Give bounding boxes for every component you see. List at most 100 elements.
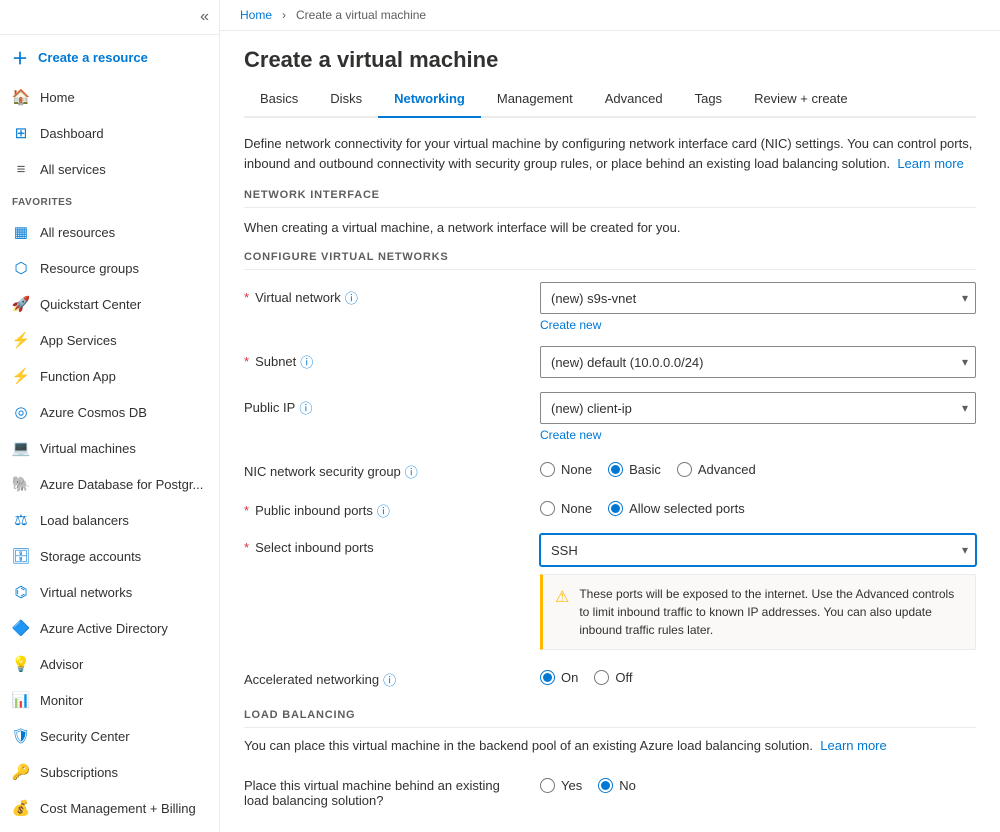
public-ip-info-icon[interactable]: ⓘ bbox=[299, 398, 312, 417]
inbound-none-option[interactable]: None bbox=[540, 501, 592, 516]
lb-no-radio[interactable] bbox=[598, 778, 613, 793]
create-resource-item[interactable]: ＋ Create a resource bbox=[0, 35, 219, 79]
public-ip-create-new[interactable]: Create new bbox=[540, 428, 976, 442]
accel-off-option[interactable]: Off bbox=[594, 670, 632, 685]
sidebar-label-azure-db-postgres: Azure Database for Postgr... bbox=[40, 477, 203, 492]
tab-management[interactable]: Management bbox=[481, 81, 589, 118]
sidebar-label-dashboard: Dashboard bbox=[40, 126, 104, 141]
sidebar-label-virtual-machines: Virtual machines bbox=[40, 441, 136, 456]
tab-basics[interactable]: Basics bbox=[244, 81, 314, 118]
sidebar-item-function-app[interactable]: ⚡ Function App bbox=[0, 358, 219, 394]
inbound-ports-select-wrapper: SSH ▾ bbox=[540, 534, 976, 566]
virtual-network-select-wrapper: (new) s9s-vnet ▾ bbox=[540, 282, 976, 314]
inbound-none-radio[interactable] bbox=[540, 501, 555, 516]
breadcrumb-home[interactable]: Home bbox=[240, 8, 272, 22]
sidebar-item-home[interactable]: 🏠 Home bbox=[0, 79, 219, 115]
nic-nsg-radio-group: None Basic Advanced bbox=[540, 456, 976, 477]
sidebar-label-virtual-networks: Virtual networks bbox=[40, 585, 132, 600]
sidebar-item-virtual-networks[interactable]: ⌬ Virtual networks bbox=[0, 574, 219, 610]
all-resources-icon: ▦ bbox=[12, 223, 30, 241]
inbound-allow-radio[interactable] bbox=[608, 501, 623, 516]
subnet-select-wrapper: (new) default (10.0.0.0/24) ▾ bbox=[540, 346, 976, 378]
nic-nsg-basic-radio[interactable] bbox=[608, 462, 623, 477]
sidebar-label-function-app: Function App bbox=[40, 369, 116, 384]
page-header: Create a virtual machine BasicsDisksNetw… bbox=[220, 31, 1000, 118]
sidebar-item-monitor[interactable]: 📊 Monitor bbox=[0, 682, 219, 718]
tab-review-create[interactable]: Review + create bbox=[738, 81, 864, 118]
sidebar-item-storage-accounts[interactable]: 🗄 Storage accounts bbox=[0, 538, 219, 574]
nic-nsg-none-radio[interactable] bbox=[540, 462, 555, 477]
public-ip-control: (new) client-ip ▾ Create new bbox=[540, 392, 976, 442]
virtual-network-info-icon[interactable]: ⓘ bbox=[345, 288, 358, 307]
tab-advanced[interactable]: Advanced bbox=[589, 81, 679, 118]
nic-nsg-none-option[interactable]: None bbox=[540, 462, 592, 477]
sidebar-item-load-balancers[interactable]: ⚖ Load balancers bbox=[0, 502, 219, 538]
nic-nsg-row: NIC network security group ⓘ None Basic … bbox=[244, 456, 976, 481]
plus-icon: ＋ bbox=[12, 45, 28, 69]
sidebar-label-load-balancers: Load balancers bbox=[40, 513, 129, 528]
sidebar-item-cost-management[interactable]: 💰 Cost Management + Billing bbox=[0, 790, 219, 826]
accel-off-radio[interactable] bbox=[594, 670, 609, 685]
subnet-select[interactable]: (new) default (10.0.0.0/24) bbox=[540, 346, 976, 378]
sidebar-label-resource-groups: Resource groups bbox=[40, 261, 139, 276]
sidebar-item-subscriptions[interactable]: 🔑 Subscriptions bbox=[0, 754, 219, 790]
subnet-info-icon[interactable]: ⓘ bbox=[300, 352, 313, 371]
virtual-network-label: * Virtual network ⓘ bbox=[244, 282, 524, 307]
sidebar-item-help-support[interactable]: ❓ Help + support bbox=[0, 826, 219, 832]
inbound-allow-option[interactable]: Allow selected ports bbox=[608, 501, 745, 516]
sidebar-item-quickstart-center[interactable]: 🚀 Quickstart Center bbox=[0, 286, 219, 322]
sidebar-label-security-center: Security Center bbox=[40, 729, 130, 744]
sidebar-item-dashboard[interactable]: ⊞ Dashboard bbox=[0, 115, 219, 151]
sidebar-item-all-services[interactable]: ≡ All services bbox=[0, 151, 219, 187]
nic-nsg-advanced-option[interactable]: Advanced bbox=[677, 462, 756, 477]
tab-disks[interactable]: Disks bbox=[314, 81, 378, 118]
sidebar-label-home: Home bbox=[40, 90, 75, 105]
security-center-icon: 🛡 bbox=[12, 727, 30, 745]
sidebar-favorites: ▦ All resources⬡ Resource groups🚀 Quicks… bbox=[0, 214, 219, 832]
virtual-network-select[interactable]: (new) s9s-vnet bbox=[540, 282, 976, 314]
collapse-button[interactable]: « bbox=[200, 8, 209, 26]
nic-nsg-advanced-radio[interactable] bbox=[677, 462, 692, 477]
lb-yes-radio[interactable] bbox=[540, 778, 555, 793]
nic-nsg-info-icon[interactable]: ⓘ bbox=[405, 462, 418, 481]
sidebar-item-app-services[interactable]: ⚡ App Services bbox=[0, 322, 219, 358]
lb-yes-option[interactable]: Yes bbox=[540, 778, 582, 793]
sidebar-label-monitor: Monitor bbox=[40, 693, 83, 708]
sidebar-label-azure-ad: Azure Active Directory bbox=[40, 621, 168, 636]
azure-cosmos-db-icon: ◎ bbox=[12, 403, 30, 421]
accel-on-option[interactable]: On bbox=[540, 670, 578, 685]
sidebar-item-security-center[interactable]: 🛡 Security Center bbox=[0, 718, 219, 754]
sidebar-item-advisor[interactable]: 💡 Advisor bbox=[0, 646, 219, 682]
tab-networking[interactable]: Networking bbox=[378, 81, 481, 118]
public-inbound-ports-info-icon[interactable]: ⓘ bbox=[377, 501, 390, 520]
virtual-network-control: (new) s9s-vnet ▾ Create new bbox=[540, 282, 976, 332]
sidebar-label-app-services: App Services bbox=[40, 333, 117, 348]
sidebar-item-virtual-machines[interactable]: 💻 Virtual machines bbox=[0, 430, 219, 466]
accel-on-radio[interactable] bbox=[540, 670, 555, 685]
accelerated-networking-label: Accelerated networking ⓘ bbox=[244, 664, 524, 689]
sidebar-label-all-services: All services bbox=[40, 162, 106, 177]
virtual-network-row: * Virtual network ⓘ (new) s9s-vnet ▾ Cre… bbox=[244, 282, 976, 332]
function-app-icon: ⚡ bbox=[12, 367, 30, 385]
sidebar-item-resource-groups[interactable]: ⬡ Resource groups bbox=[0, 250, 219, 286]
tab-tags[interactable]: Tags bbox=[679, 81, 738, 118]
lb-learn-more-link[interactable]: Learn more bbox=[820, 738, 886, 753]
accelerated-networking-info-icon[interactable]: ⓘ bbox=[383, 670, 396, 689]
network-interface-section-title: NETWORK INTERFACE bbox=[244, 189, 976, 208]
warning-icon: ⚠ bbox=[555, 586, 569, 639]
sidebar-item-azure-ad[interactable]: 🔷 Azure Active Directory bbox=[0, 610, 219, 646]
breadcrumb-sep: › bbox=[282, 8, 286, 22]
lb-no-option[interactable]: No bbox=[598, 778, 636, 793]
sidebar-item-azure-cosmos-db[interactable]: ◎ Azure Cosmos DB bbox=[0, 394, 219, 430]
azure-ad-icon: 🔷 bbox=[12, 619, 30, 637]
inbound-ports-select[interactable]: SSH bbox=[540, 534, 976, 566]
public-inbound-ports-control: None Allow selected ports bbox=[540, 495, 976, 516]
virtual-network-create-new[interactable]: Create new bbox=[540, 318, 976, 332]
nic-nsg-basic-option[interactable]: Basic bbox=[608, 462, 661, 477]
sidebar-item-all-resources[interactable]: ▦ All resources bbox=[0, 214, 219, 250]
app-services-icon: ⚡ bbox=[12, 331, 30, 349]
public-ip-select[interactable]: (new) client-ip bbox=[540, 392, 976, 424]
public-inbound-ports-radio-group: None Allow selected ports bbox=[540, 495, 976, 516]
sidebar-item-azure-db-postgres[interactable]: 🐘 Azure Database for Postgr... bbox=[0, 466, 219, 502]
learn-more-link[interactable]: Learn more bbox=[897, 156, 963, 171]
